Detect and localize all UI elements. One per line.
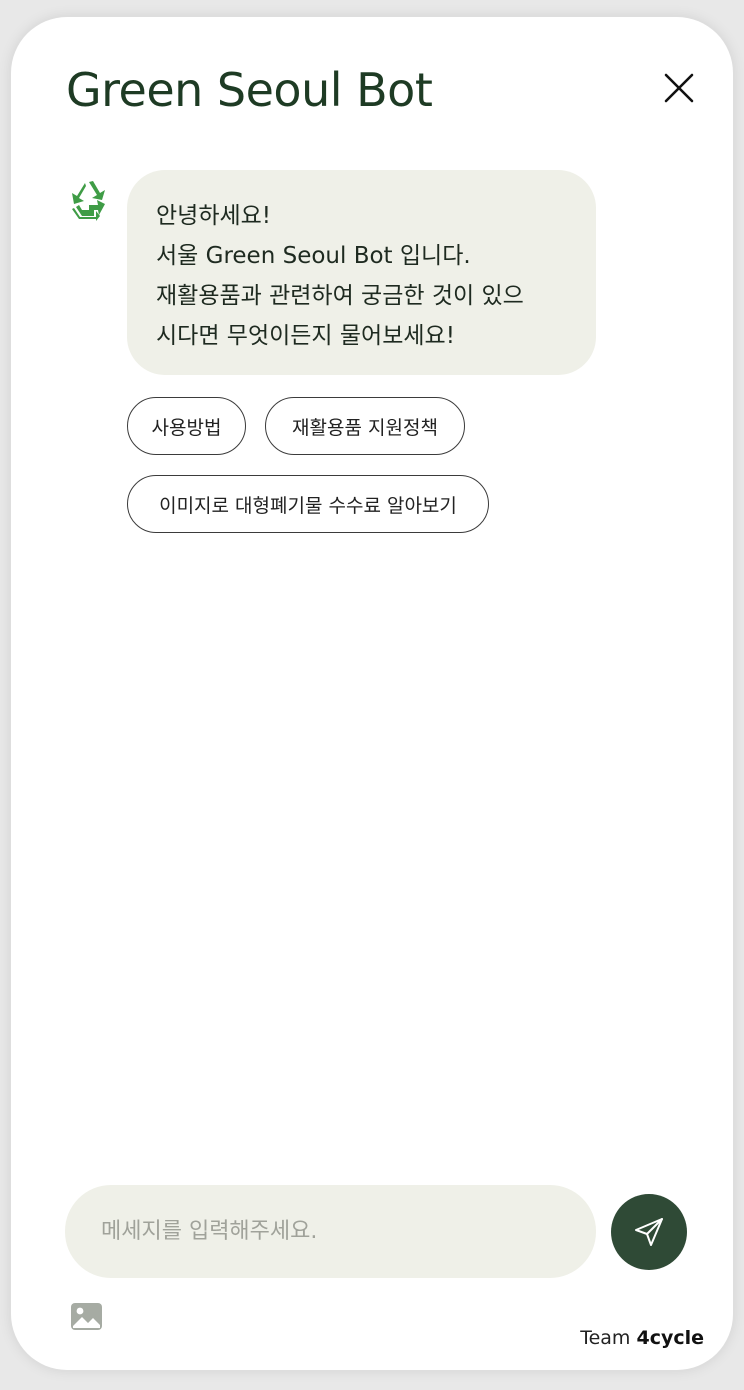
recycle-icon	[67, 177, 111, 221]
close-button[interactable]	[661, 70, 697, 106]
send-button[interactable]	[611, 1194, 687, 1270]
image-icon	[71, 1303, 102, 1330]
bot-message-line: 시다면 무엇이든지 물어보세요!	[156, 323, 455, 349]
team-credit: Team 4cycle	[580, 1327, 704, 1349]
bot-message-bubble: 안녕하세요! 서울 Green Seoul Bot 입니다. 재활용품과 관련하…	[127, 170, 596, 375]
team-prefix: Team	[580, 1327, 631, 1349]
bot-message-line: 재활용품과 관련하여 궁금한 것이 있으	[156, 283, 524, 309]
bot-message-line: 안녕하세요!	[156, 203, 272, 229]
quick-reply-waste-fee-by-image[interactable]: 이미지로 대형폐기물 수수료 알아보기	[127, 475, 489, 533]
message-input-container	[65, 1185, 596, 1278]
image-upload-button[interactable]	[70, 1302, 103, 1331]
chat-window: Green Seoul Bot 안녕하세요! 서울 Green Seoul Bo…	[11, 17, 733, 1370]
quick-reply-usage[interactable]: 사용방법	[127, 397, 246, 455]
page-title: Green Seoul Bot	[66, 63, 433, 117]
team-name: 4cycle	[636, 1327, 704, 1349]
bot-message-line: 서울 Green Seoul Bot 입니다.	[156, 243, 471, 269]
close-icon	[664, 73, 694, 103]
send-icon	[635, 1218, 663, 1246]
message-input[interactable]	[101, 1185, 571, 1278]
quick-reply-recycling-policy[interactable]: 재활용품 지원정책	[265, 397, 465, 455]
